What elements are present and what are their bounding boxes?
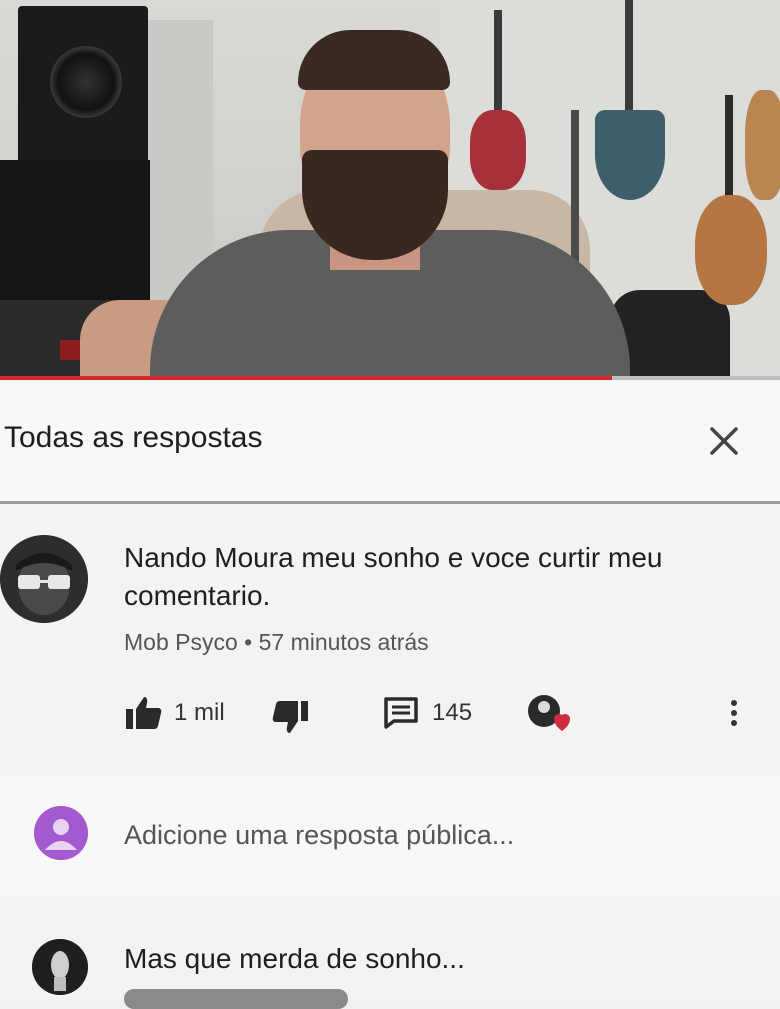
close-button[interactable] bbox=[700, 417, 748, 465]
more-vert-icon bbox=[731, 700, 737, 726]
avatar[interactable] bbox=[32, 939, 88, 995]
comment-text: Mas que merda de sonho... bbox=[124, 943, 465, 974]
user-avatar bbox=[34, 806, 88, 860]
meta-separator: • bbox=[244, 629, 253, 655]
comment-meta: Mob Psyco • 57 minutos atrás bbox=[124, 629, 429, 656]
comment: Nando Moura meu sonho e voce curtir meu … bbox=[0, 505, 780, 765]
avatar[interactable] bbox=[0, 535, 88, 623]
like-button[interactable]: 1 mil bbox=[124, 695, 225, 731]
more-options-button[interactable] bbox=[724, 695, 744, 731]
like-count: 1 mil bbox=[174, 699, 225, 726]
reply-composer bbox=[0, 776, 780, 896]
comment: Mas que merda de sonho... bbox=[0, 911, 780, 1009]
reply-input[interactable] bbox=[124, 820, 744, 851]
comment-text: Nando Moura meu sonho e voce curtir meu … bbox=[124, 542, 663, 611]
panel-header: Todas as respostas bbox=[0, 381, 780, 504]
creator-heart bbox=[526, 693, 570, 733]
creator-heart-icon bbox=[528, 695, 570, 731]
default-avatar-icon bbox=[34, 806, 88, 860]
thumbs-up-icon bbox=[126, 697, 162, 729]
panel-title: Todas as respostas bbox=[4, 421, 263, 454]
avatar-image bbox=[0, 535, 88, 623]
comment-author[interactable]: Mob Psyco bbox=[124, 629, 238, 655]
comment-actions: 1 mil 145 bbox=[124, 691, 764, 741]
person-hair bbox=[298, 30, 450, 90]
studio-speaker bbox=[18, 6, 148, 166]
replies-button[interactable]: 145 bbox=[382, 695, 472, 731]
video-progress-bar[interactable] bbox=[0, 376, 780, 380]
video-progress-fill bbox=[0, 376, 613, 380]
close-icon bbox=[710, 427, 738, 455]
thumbs-down-icon bbox=[272, 701, 308, 733]
reply-count: 145 bbox=[432, 699, 473, 726]
reply-icon bbox=[384, 697, 418, 729]
replies-panel: Todas as respostas Nando Moura meu sonho… bbox=[0, 381, 780, 1009]
video-player[interactable] bbox=[0, 0, 780, 380]
author-badge[interactable] bbox=[124, 989, 348, 1009]
avatar-image bbox=[32, 939, 88, 995]
dislike-button[interactable] bbox=[270, 699, 310, 735]
comment-time: 57 minutos atrás bbox=[258, 629, 429, 655]
